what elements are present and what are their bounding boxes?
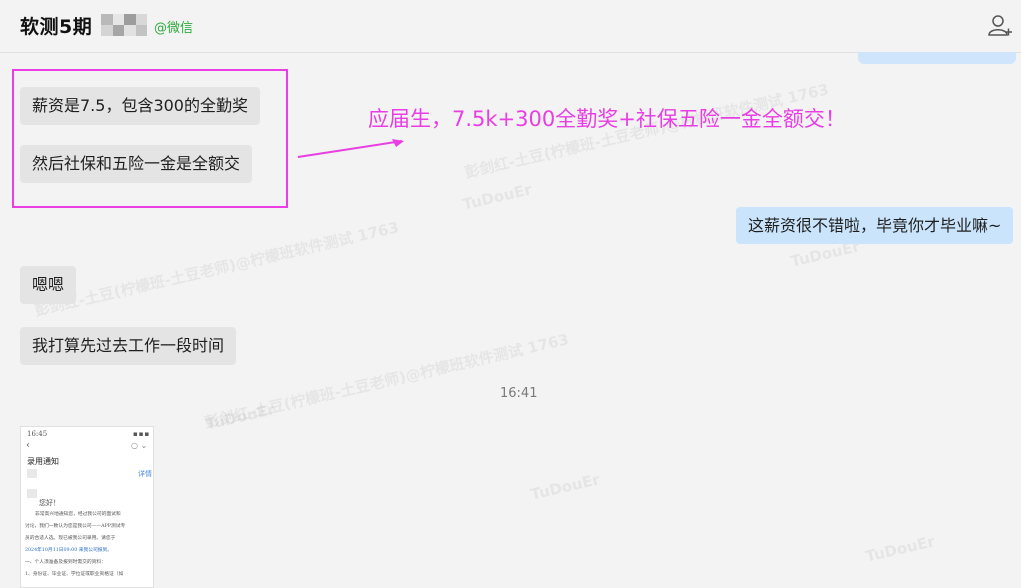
- letter-line: 讨论，我们一致认为您是我公司——APP测试专: [25, 522, 126, 529]
- chat-title: 软测5期: [20, 16, 93, 38]
- watermark: 彭剑红-土豆(柠檬班-土豆老师)@柠檬班软件测试 1763: [32, 218, 401, 320]
- message-bubble: 嗯嗯: [20, 266, 77, 304]
- details-link: 详情: [138, 470, 152, 478]
- arrow-icon: [297, 139, 404, 158]
- watermark: TuDouEr: [460, 180, 534, 214]
- letter-line: 非常高兴地通知您，经过我公司的面试和: [35, 510, 121, 517]
- watermark: 彭剑红-土豆(柠檬班-土豆老师)@柠檬班软件测试 1763: [202, 330, 571, 432]
- wechat-tag: @微信: [154, 21, 194, 36]
- header-icons: ○ ⌄: [131, 441, 148, 450]
- blurred-name: [101, 14, 147, 36]
- watermark: TuDouEr: [528, 470, 602, 504]
- avatar: [27, 489, 37, 498]
- message-bubble: 薪资是7.5，包含300的全勤奖: [20, 87, 260, 125]
- message-bubble-partial: [858, 52, 1016, 64]
- message-bubble: 我打算先过去工作一段时间: [20, 327, 237, 365]
- status-icons: ▪▪▪: [133, 430, 151, 438]
- letter-line: 一、个人须准备及报到时需交的资料：: [25, 558, 106, 565]
- watermark: TuDouEr: [203, 400, 277, 434]
- avatar: [27, 469, 37, 478]
- status-time: 16:45: [27, 430, 48, 438]
- attachment-heading: 录用通知: [27, 457, 59, 466]
- add-member-icon[interactable]: [987, 13, 1013, 39]
- letter-line: 2024年10月11日09:00 来我公司报到。: [25, 546, 113, 553]
- message-timestamp: 16:41: [500, 386, 538, 401]
- message-bubble-self: 这薪资很不错啦，毕竟你才毕业嘛~: [736, 207, 1014, 244]
- chat-header: 软测5期 @微信: [0, 0, 1021, 53]
- watermark: TuDouEr: [863, 532, 937, 566]
- annotation-text: 应届生，7.5k+300全勤奖+社保五险一金全额交！: [368, 107, 846, 131]
- back-icon: ‹: [26, 440, 30, 451]
- image-attachment[interactable]: 16:45 ▪▪▪ ‹ ○ ⌄ 录用通知 详情 您好！ 非常高兴地通知您，经过我…: [20, 426, 154, 588]
- letter-line: 1、身份证、毕业证、学位证或职业资格证（如: [25, 570, 124, 577]
- letter-line: 员的合适人选。现已被我公司录用。请您于: [25, 534, 116, 541]
- message-bubble: 然后社保和五险一金是全额交: [20, 145, 253, 183]
- letter-greeting: 您好！: [39, 499, 60, 507]
